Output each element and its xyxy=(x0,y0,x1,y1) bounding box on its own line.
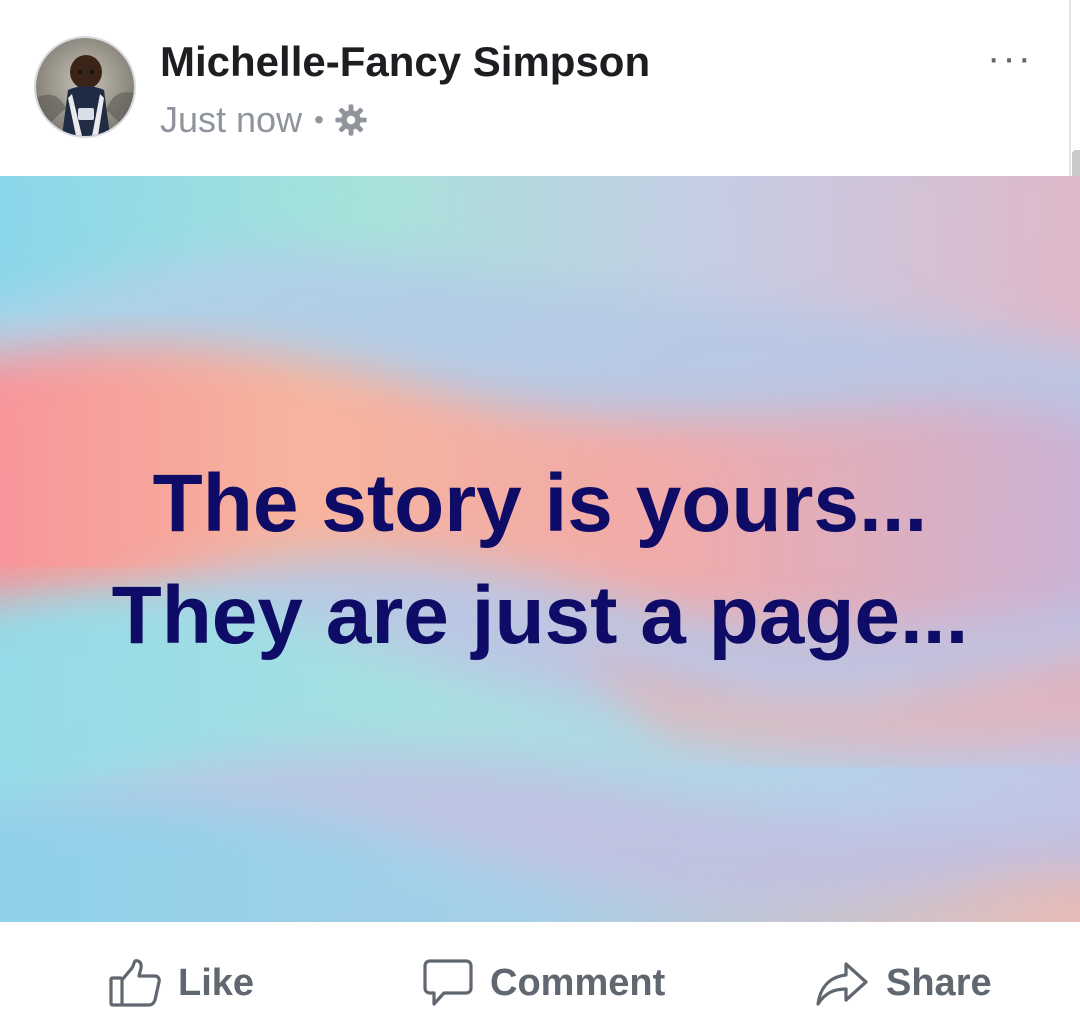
share-label: Share xyxy=(886,961,992,1004)
post-text-line-2: They are just a page... xyxy=(111,570,969,661)
share-arrow-icon xyxy=(816,962,868,1006)
post-timestamp[interactable]: Just now xyxy=(160,99,302,141)
post-meta: Just now • xyxy=(160,98,368,142)
comment-button[interactable]: Comment xyxy=(422,958,665,1008)
post-background: The story is yours... They are just a pa… xyxy=(0,176,1080,922)
avatar[interactable] xyxy=(34,36,136,138)
speech-bubble-icon xyxy=(423,959,473,1006)
post-text: The story is yours... They are just a pa… xyxy=(0,448,1080,672)
like-label: Like xyxy=(178,961,255,1004)
gear-icon[interactable] xyxy=(334,103,368,137)
thumbs-up-icon xyxy=(109,959,161,1007)
post-card: Michelle-Fancy Simpson Just now • ··· Th… xyxy=(0,0,1080,1032)
like-button[interactable]: Like xyxy=(108,958,254,1008)
meta-separator: • xyxy=(314,104,324,135)
comment-label: Comment xyxy=(490,961,666,1004)
card-border xyxy=(1069,0,1071,176)
avatar-photo xyxy=(36,38,134,136)
share-button[interactable]: Share xyxy=(814,958,992,1008)
post-text-line-1: The story is yours... xyxy=(152,458,928,549)
author-name[interactable]: Michelle-Fancy Simpson xyxy=(160,38,650,86)
action-bar: Like Comment Share xyxy=(0,922,1080,1032)
more-options-button[interactable]: ··· xyxy=(986,38,1034,78)
